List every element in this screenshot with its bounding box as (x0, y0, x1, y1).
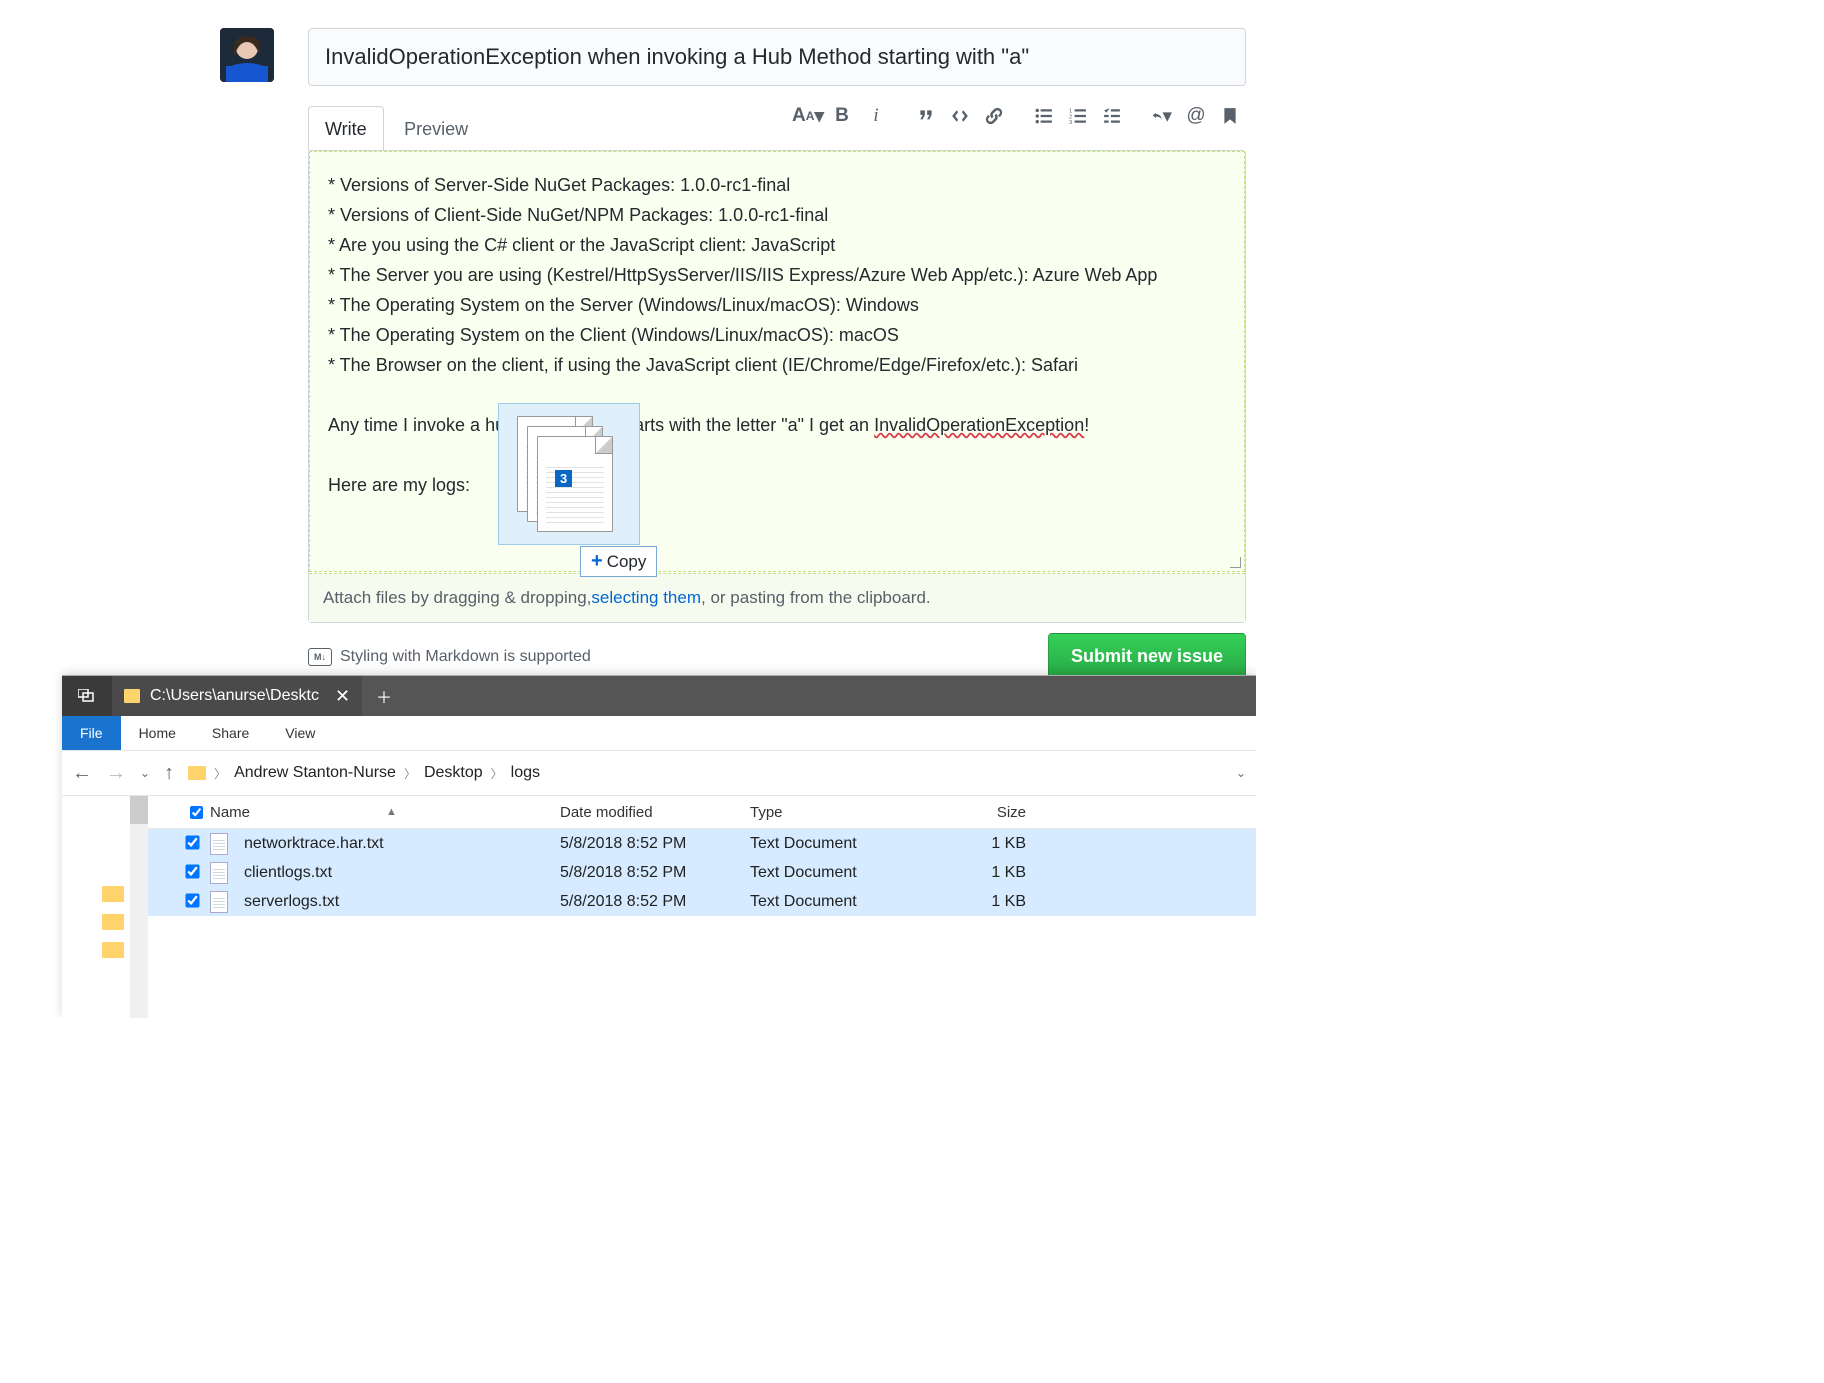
tab-write[interactable]: Write (308, 106, 384, 151)
comment-editor: * Versions of Server-Side NuGet Packages… (308, 150, 1246, 623)
file-type: Text Document (750, 893, 930, 911)
issue-title-text: InvalidOperationException when invoking … (325, 44, 1029, 70)
ribbon: File Home Share View (62, 716, 1256, 750)
attach-hint-post: , or pasting from the clipboard. (701, 588, 931, 608)
resize-handle-icon[interactable] (1229, 556, 1243, 570)
mention-icon[interactable]: @ (1186, 106, 1206, 126)
text-file-icon (210, 833, 228, 855)
nav-back-icon[interactable]: ← (72, 762, 92, 785)
tree-folder-icon[interactable] (102, 914, 124, 930)
file-size: 1 KB (930, 835, 1026, 853)
markdown-toolbar: AA▾ B i 123 ▾ @ (798, 106, 1240, 126)
attach-select-link[interactable]: selecting them (591, 588, 701, 608)
file-name: clientlogs.txt (244, 864, 332, 882)
bookmark-icon[interactable] (1220, 106, 1240, 126)
nav-up-icon[interactable]: ↑ (164, 762, 174, 785)
bullet-list-icon[interactable] (1034, 106, 1054, 126)
nav-tree[interactable] (62, 796, 148, 1018)
file-size: 1 KB (930, 864, 1026, 882)
folder-icon (188, 766, 206, 780)
chevron-right-icon[interactable]: 〉 (214, 765, 226, 782)
numbered-list-icon[interactable]: 123 (1068, 106, 1088, 126)
file-name: serverlogs.txt (244, 893, 339, 911)
file-date: 5/8/2018 8:52 PM (560, 864, 750, 882)
file-name: networktrace.har.txt (244, 835, 384, 853)
drag-file-stack: 3 (498, 403, 640, 545)
nav-recent-icon[interactable]: ⌄ (140, 766, 150, 780)
row-checkbox[interactable] (185, 864, 199, 878)
breadcrumb-segment[interactable]: logs (511, 764, 540, 782)
text-file-icon (210, 862, 228, 884)
row-checkbox[interactable] (185, 835, 199, 849)
comment-textarea[interactable]: * Versions of Server-Side NuGet Packages… (309, 151, 1245, 572)
file-date: 5/8/2018 8:52 PM (560, 893, 750, 911)
scrollbar-thumb[interactable] (130, 796, 148, 824)
table-row[interactable]: serverlogs.txt 5/8/2018 8:52 PMText Docum… (148, 887, 1256, 916)
markdown-hint[interactable]: M↓ Styling with Markdown is supported (308, 648, 591, 666)
explorer-tab[interactable]: C:\Users\anurse\Desktc ✕ (112, 676, 362, 716)
italic-icon[interactable]: i (866, 106, 886, 126)
file-explorer-window: C:\Users\anurse\Desktc ✕ ＋ File Home Sha… (62, 675, 1256, 1018)
avatar (220, 28, 274, 82)
tree-folder-icon[interactable] (102, 886, 124, 902)
bold-icon[interactable]: B (832, 106, 852, 126)
chevron-right-icon[interactable]: 〉 (491, 765, 503, 782)
ribbon-share[interactable]: Share (194, 725, 267, 741)
svg-text:3: 3 (1069, 120, 1072, 125)
breadcrumb-segment[interactable]: Desktop (424, 764, 483, 782)
file-list: Name ▲ Date modified Type Size networktr… (148, 796, 1256, 1018)
file-type: Text Document (750, 835, 930, 853)
attach-hint: Attach files by dragging & dropping, sel… (309, 573, 1245, 622)
row-checkbox[interactable] (185, 893, 199, 907)
ribbon-view[interactable]: View (267, 725, 333, 741)
drag-copy-pill: + Copy (580, 546, 657, 577)
quote-icon[interactable] (916, 106, 936, 126)
select-all-checkbox[interactable] (190, 806, 203, 819)
tab-preview[interactable]: Preview (388, 107, 484, 150)
col-type[interactable]: Type (750, 804, 930, 821)
col-date[interactable]: Date modified (560, 804, 750, 821)
breadcrumb-segment[interactable]: Andrew Stanton-Nurse (234, 764, 396, 782)
tree-folder-icon[interactable] (102, 942, 124, 958)
code-icon[interactable] (950, 106, 970, 126)
file-date: 5/8/2018 8:52 PM (560, 835, 750, 853)
breadcrumb[interactable]: 〉 Andrew Stanton-Nurse 〉 Desktop 〉 logs (188, 764, 1222, 782)
text-file-icon (210, 891, 228, 913)
file-size: 1 KB (930, 893, 1026, 911)
nav-forward-icon: → (106, 762, 126, 785)
explorer-tab-title: C:\Users\anurse\Desktc (150, 687, 319, 705)
drag-count-badge: 3 (555, 470, 572, 487)
col-size[interactable]: Size (930, 804, 1026, 821)
task-list-icon[interactable] (1102, 106, 1122, 126)
plus-icon: + (591, 550, 603, 573)
chevron-right-icon[interactable]: 〉 (404, 765, 416, 782)
folder-icon (124, 689, 140, 703)
task-view-icon[interactable] (62, 676, 112, 716)
new-tab-icon[interactable]: ＋ (376, 684, 392, 708)
markdown-hint-text: Styling with Markdown is supported (340, 648, 591, 666)
submit-issue-button[interactable]: Submit new issue (1048, 633, 1246, 680)
table-row[interactable]: networktrace.har.txt 5/8/2018 8:52 PMText… (148, 829, 1256, 858)
ribbon-home[interactable]: Home (121, 725, 194, 741)
breadcrumb-dropdown-icon[interactable]: ⌄ (1236, 766, 1246, 780)
markdown-icon: M↓ (308, 648, 332, 666)
issue-title-input[interactable]: InvalidOperationException when invoking … (308, 28, 1246, 86)
text-size-icon[interactable]: AA▾ (798, 106, 818, 126)
attach-hint-pre: Attach files by dragging & dropping, (323, 588, 591, 608)
col-name[interactable]: Name (210, 804, 250, 821)
reply-icon[interactable]: ▾ (1152, 106, 1172, 126)
close-tab-icon[interactable]: ✕ (335, 686, 350, 707)
link-icon[interactable] (984, 106, 1004, 126)
table-row[interactable]: clientlogs.txt 5/8/2018 8:52 PMText Docum… (148, 858, 1256, 887)
drag-copy-label: Copy (607, 552, 647, 572)
sort-asc-icon[interactable]: ▲ (386, 806, 397, 818)
file-type: Text Document (750, 864, 930, 882)
ribbon-file[interactable]: File (62, 716, 121, 750)
